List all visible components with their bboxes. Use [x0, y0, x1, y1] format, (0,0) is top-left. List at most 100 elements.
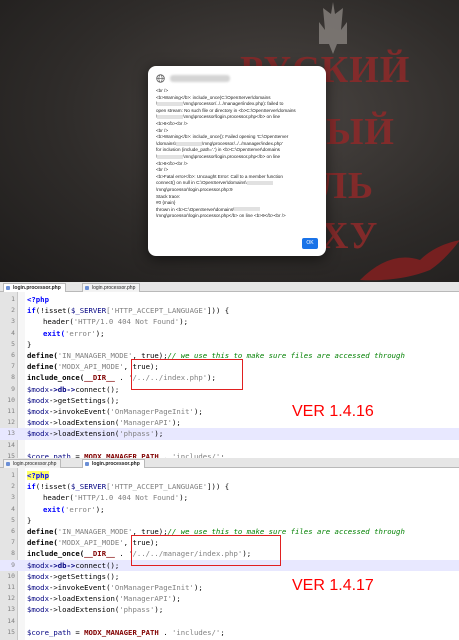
line-number: 7 [11, 538, 15, 547]
code-token: define( [27, 362, 58, 372]
code-token: ->loadExtension( [48, 418, 120, 428]
code-token: $modx [27, 395, 49, 405]
code-token: connect(); [75, 384, 120, 394]
redacted-text [175, 141, 202, 146]
tab-login-processor-1[interactable]: login.processor.php [3, 459, 62, 468]
code-token: ); [154, 605, 164, 615]
code-line[interactable]: 3 header('HTTP/1.0 404 Not Found'); [0, 316, 459, 327]
code-token: ['HTTP_ACCEPT_LANGUAGE' [106, 482, 208, 492]
code-text: $modx->getSettings(); [27, 395, 119, 406]
code-text: $modx->invokeEvent('OnManagerPageInit'); [27, 406, 203, 417]
code-token: $modx [27, 571, 49, 581]
code-line[interactable]: 8 include_once(__DIR__ . '/../../manager/… [0, 548, 459, 559]
tab-bar: login.processor.php login.processor.php [0, 458, 459, 468]
alert-message-line: <br /> [156, 167, 169, 173]
code-token: connect(); [75, 560, 120, 570]
code-text: } [27, 339, 31, 350]
code-line[interactable]: 10 $modx->getSettings(); [0, 571, 459, 582]
code-line[interactable]: 1 <?php [0, 294, 459, 305]
line-number: 12 [7, 594, 15, 603]
code-token: 'phpass' [119, 429, 155, 439]
alert-message-line: \mng\processor\login.processor.php:9 [156, 186, 233, 192]
code-line[interactable]: 5} [0, 515, 459, 526]
code-token: __DIR__ [84, 373, 115, 383]
code-line[interactable]: 7 define('MODX_API_MODE', true); [0, 537, 459, 548]
code-token: $_SERVER [70, 482, 107, 492]
line-number: 4 [11, 504, 15, 513]
ok-button[interactable]: OK [302, 238, 318, 249]
redacted-text [157, 154, 184, 159]
code-line[interactable]: 4 exit('error'); [0, 504, 459, 515]
code-line[interactable]: 4 exit('error'); [0, 328, 459, 339]
code-token: ])) { [207, 306, 230, 316]
code-token: $modx [27, 429, 49, 439]
code-line[interactable]: 11 $modx->invokeEvent('OnManagerPageInit'… [0, 582, 459, 593]
code-line[interactable]: 8 include_once(__DIR__ . '/../../index.ph… [0, 372, 459, 383]
code-text: $core_path = MODX_MANAGER_PATH . 'includ… [27, 627, 225, 638]
code-line[interactable]: 11 $modx->invokeEvent('OnManagerPageInit'… [0, 406, 459, 417]
tab-login-processor-2[interactable]: login.processor.php [82, 283, 141, 292]
line-number: 15 [7, 451, 15, 458]
code-token: <?php [27, 295, 49, 304]
code-token: $modx [27, 418, 49, 428]
code-line[interactable]: 9 $modx->db->connect(); [0, 384, 459, 395]
redacted-text [234, 207, 261, 212]
code-token: , true); [123, 362, 159, 372]
php-file-icon [6, 462, 10, 466]
code-token: $modx [27, 605, 49, 615]
code-text: header('HTTP/1.0 404 Not Found'); [43, 316, 188, 327]
alert-message-line: \\mng\processor\login.processor.php</b> … [156, 114, 320, 121]
code-line[interactable]: 7 define('MODX_API_MODE', true); [0, 361, 459, 372]
line-number: 14 [7, 616, 15, 625]
code-line[interactable]: 13 $modx->loadExtension('phpass'); [0, 428, 459, 440]
tab-login-processor-2[interactable]: login.processor.php [82, 459, 145, 468]
code-line[interactable]: 14 [0, 440, 459, 451]
tab-label: login.processor.php [13, 285, 61, 291]
code-area[interactable]: 1 <?php 2 if(!isset($_SERVER['HTTP_ACCEPT_L… [0, 292, 459, 458]
code-line[interactable]: 2 if(!isset($_SERVER['HTTP_ACCEPT_LANGUAG… [0, 481, 459, 492]
code-token: } [27, 339, 32, 349]
line-number: 11 [7, 583, 15, 591]
code-token: ->db-> [48, 560, 76, 570]
code-token: '/../../index.php' [128, 373, 208, 383]
code-token: $modx [27, 384, 49, 394]
line-number: 10 [7, 571, 15, 580]
redacted-text [157, 101, 184, 106]
code-line[interactable]: 1 <?php [0, 470, 459, 481]
code-token: exit( [43, 504, 65, 514]
code-line[interactable]: 15 $core_path = MODX_MANAGER_PATH . 'incl… [0, 627, 459, 638]
line-number: 5 [11, 339, 15, 348]
bird-illustration-icon [360, 240, 459, 281]
line-number: 6 [11, 351, 15, 359]
tab-login-processor-1[interactable]: login.processor.php [3, 283, 66, 292]
line-number: 9 [11, 384, 15, 393]
alert-message-line: \\mng\processor\login.processor.php</b> … [156, 154, 320, 161]
code-line[interactable]: 6 define('IN_MANAGER_MODE', true);// we u… [0, 350, 459, 361]
tab-label: login.processor.php [13, 461, 57, 467]
code-text: <?php [27, 470, 49, 481]
code-area[interactable]: 1 <?php 2 if(!isset($_SERVER['HTTP_ACCEPT_L… [0, 468, 459, 640]
code-text: define('IN_MANAGER_MODE', true);// we us… [27, 350, 405, 361]
php-file-icon [6, 286, 10, 290]
code-line[interactable]: 3 header('HTTP/1.0 404 Not Found'); [0, 492, 459, 503]
code-token: ); [179, 493, 188, 503]
code-line[interactable]: 5} [0, 339, 459, 350]
line-number: 13 [7, 605, 15, 614]
code-token: 'ManagerAPI' [119, 594, 172, 604]
code-token: include_once( [27, 373, 85, 383]
code-token: ); [242, 549, 252, 559]
code-line[interactable]: 2 if(!isset($_SERVER['HTTP_ACCEPT_LANGUAG… [0, 305, 459, 316]
code-token: ); [95, 328, 105, 338]
code-line[interactable]: 12 $modx->loadExtension('ManagerAPI'); [0, 417, 459, 428]
code-line[interactable]: 10 $modx->getSettings(); [0, 395, 459, 406]
code-line[interactable]: 9 $modx->db->connect(); [0, 559, 459, 571]
code-line[interactable]: 6 define('IN_MANAGER_MODE', true);// we u… [0, 526, 459, 537]
code-token: 'HTTP/1.0 404 Not Found' [73, 317, 180, 327]
code-line[interactable]: 15 $core_path = MODX_MANAGER_PATH . 'incl… [0, 451, 459, 458]
code-line[interactable]: 12 $modx->loadExtension('ManagerAPI'); [0, 593, 459, 604]
code-line[interactable]: 14 [0, 616, 459, 627]
code-text: exit('error'); [43, 504, 105, 515]
php-file-icon [85, 462, 89, 466]
code-line[interactable]: 13 $modx->loadExtension('phpass'); [0, 604, 459, 615]
line-number: 1 [11, 295, 15, 303]
